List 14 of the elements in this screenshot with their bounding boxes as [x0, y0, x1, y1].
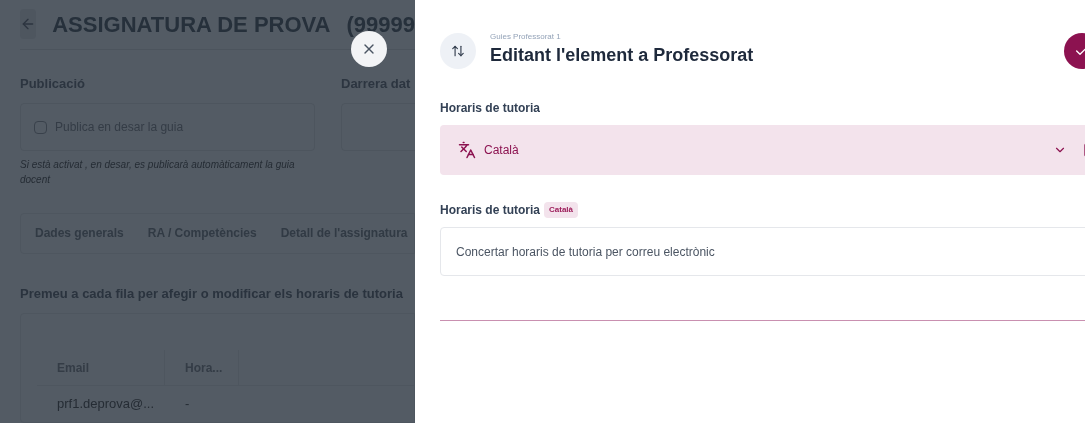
field-value: Concertar horaris de tutoria per correu electrònic	[456, 243, 715, 261]
panel-subtitle: Guies Professorat 1	[490, 32, 562, 42]
language-label: Català	[484, 142, 519, 159]
text-field[interactable]: Concertar horaris de tutoria per correu electrònic	[440, 227, 1085, 276]
reorder-icon-button[interactable]	[440, 32, 476, 69]
up-down-arrows-icon	[451, 43, 465, 58]
checkbox[interactable]	[34, 120, 47, 134]
field-label: Horaris de tutoria	[440, 202, 541, 219]
section-label: Horaris de tutoria	[440, 100, 542, 117]
table-cell-text: -	[184, 395, 191, 414]
language-selector[interactable]: Català	[440, 125, 1085, 175]
language-badge: Català	[544, 202, 579, 218]
translate-icon	[458, 141, 476, 159]
panel-title: Editant l'element a Professorat	[490, 44, 754, 67]
